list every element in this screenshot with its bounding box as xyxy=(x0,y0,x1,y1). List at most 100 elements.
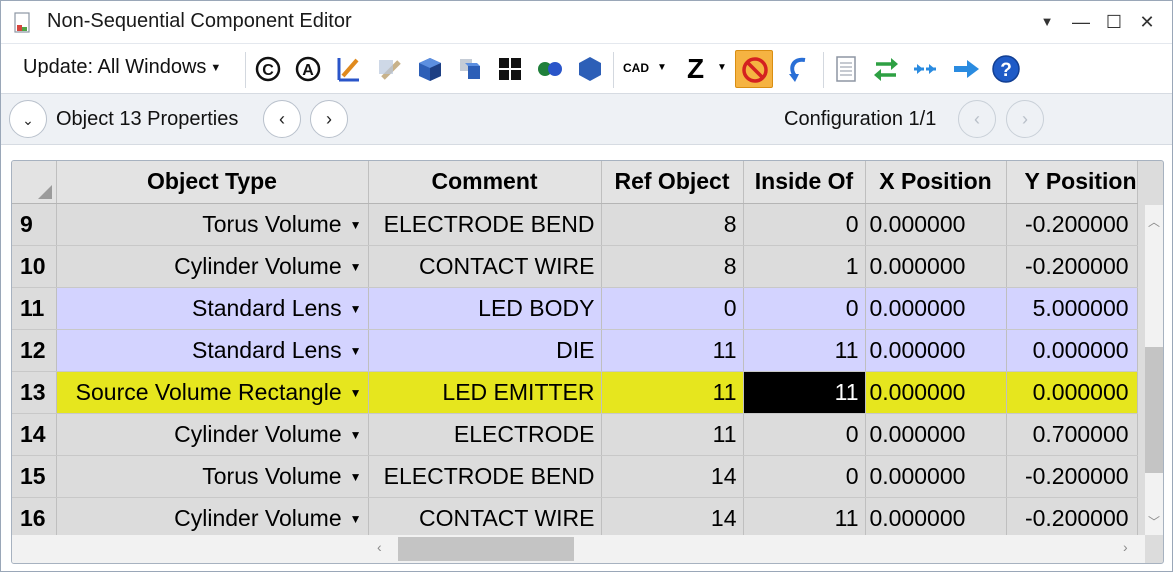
col-y-position[interactable]: Y Position xyxy=(1006,161,1138,204)
report-icon[interactable] xyxy=(831,54,861,84)
table-row[interactable]: 12 Standard Lens ▼ DIE 11 11 0.000000 0.000000 xyxy=(12,329,1138,372)
collapse-button[interactable]: ⌄ xyxy=(9,100,47,138)
chevron-down-icon[interactable]: ▼ xyxy=(350,218,362,232)
next-config-button[interactable]: › xyxy=(1006,100,1044,138)
reload-a-icon[interactable]: A xyxy=(293,54,323,84)
scroll-up-icon[interactable]: ︿ xyxy=(1148,213,1160,230)
col-inside-of[interactable]: Inside Of xyxy=(743,161,866,204)
ref-object-cell[interactable]: 8 xyxy=(601,245,744,288)
comment-cell[interactable]: ELECTRODE xyxy=(368,413,602,456)
row-number[interactable]: 12 xyxy=(12,329,57,372)
window-menu-button[interactable]: ▼ xyxy=(1033,9,1061,35)
horizontal-scroll-thumb[interactable] xyxy=(398,537,574,561)
inside-of-cell[interactable]: 1 xyxy=(743,245,866,288)
chevron-down-icon[interactable]: ▼ xyxy=(350,428,362,442)
maximize-button[interactable]: ☐ xyxy=(1100,9,1128,35)
y-position-cell[interactable]: 0.000000 xyxy=(1006,329,1138,372)
scroll-left-icon[interactable]: ‹ xyxy=(377,539,382,555)
chevron-down-icon[interactable]: ▼ xyxy=(350,386,362,400)
x-position-cell[interactable]: 0.000000 xyxy=(865,287,1007,330)
row-number[interactable]: 11 xyxy=(12,287,57,330)
y-position-cell[interactable]: -0.200000 xyxy=(1006,497,1138,540)
row-number[interactable]: 14 xyxy=(12,413,57,456)
x-position-cell[interactable]: 0.000000 xyxy=(865,497,1007,540)
inside-of-cell[interactable]: 0 xyxy=(743,413,866,456)
table-row[interactable]: 11 Standard Lens ▼ LED BODY 0 0 0.000000 5.0000… xyxy=(12,287,1138,330)
vertical-scrollbar[interactable]: ︿ ﹀ xyxy=(1145,205,1163,535)
comment-cell[interactable]: LED EMITTER xyxy=(368,371,602,414)
cube-icon[interactable] xyxy=(415,54,445,84)
next-object-button[interactable]: › xyxy=(310,100,348,138)
ref-object-cell[interactable]: 11 xyxy=(601,413,744,456)
table-row[interactable]: 9 Torus Volume ▼ ELECTRODE BEND 8 0 0.000000 -0… xyxy=(12,203,1138,246)
prev-object-button[interactable]: ‹ xyxy=(263,100,301,138)
y-position-cell[interactable]: 0.000000 xyxy=(1006,371,1138,414)
ref-object-cell[interactable]: 8 xyxy=(601,203,744,246)
pencil-disabled-icon[interactable] xyxy=(375,54,405,84)
row-number[interactable]: 10 xyxy=(12,245,57,288)
inside-of-cell[interactable]: 11 xyxy=(743,497,866,540)
right-arrow-icon[interactable] xyxy=(951,54,981,84)
col-x-position[interactable]: X Position xyxy=(865,161,1007,204)
vertical-scroll-thumb[interactable] xyxy=(1145,347,1163,473)
table-row[interactable]: 13 Source Volume Rectangle ▼ LED EMITTER 11 1… xyxy=(12,371,1138,414)
x-position-cell[interactable]: 0.000000 xyxy=(865,455,1007,498)
ref-object-cell[interactable]: 11 xyxy=(601,329,744,372)
undo-arrow-icon[interactable] xyxy=(783,54,813,84)
object-type-cell[interactable]: Torus Volume ▼ xyxy=(56,203,369,246)
y-position-cell[interactable]: -0.200000 xyxy=(1006,245,1138,288)
y-position-cell[interactable]: -0.200000 xyxy=(1006,203,1138,246)
object-type-cell[interactable]: Cylinder Volume ▼ xyxy=(56,497,369,540)
object-type-cell[interactable]: Standard Lens ▼ xyxy=(56,287,369,330)
x-position-cell[interactable]: 0.000000 xyxy=(865,203,1007,246)
comment-cell[interactable]: ELECTRODE BEND xyxy=(368,455,602,498)
comment-cell[interactable]: LED BODY xyxy=(368,287,602,330)
object-type-cell[interactable]: Cylinder Volume ▼ xyxy=(56,245,369,288)
col-ref-object[interactable]: Ref Object xyxy=(601,161,744,204)
y-position-cell[interactable]: 5.000000 xyxy=(1006,287,1138,330)
chevron-down-icon[interactable]: ▼ xyxy=(350,470,362,484)
inside-of-cell[interactable]: 11 xyxy=(743,329,866,372)
col-object-type[interactable]: Object Type xyxy=(56,161,369,204)
row-number[interactable]: 13 xyxy=(12,371,57,414)
cad-icon[interactable]: CAD ▼ xyxy=(621,54,667,84)
z-icon[interactable]: Z ▼ xyxy=(685,53,731,84)
update-dropdown[interactable]: Update: All Windows ▼ xyxy=(23,56,221,79)
chevron-down-icon[interactable]: ▼ xyxy=(350,512,362,526)
ref-object-cell[interactable]: 14 xyxy=(601,497,744,540)
object-type-cell[interactable]: Cylinder Volume ▼ xyxy=(56,413,369,456)
object-type-cell[interactable]: Source Volume Rectangle ▼ xyxy=(56,371,369,414)
comment-cell[interactable]: ELECTRODE BEND xyxy=(368,203,602,246)
cube-stack-icon[interactable] xyxy=(455,54,485,84)
chevron-down-icon[interactable]: ▼ xyxy=(350,302,362,316)
pencil-ruler-icon[interactable] xyxy=(333,54,363,84)
inside-of-cell[interactable]: 0 xyxy=(743,455,866,498)
comment-cell[interactable]: CONTACT WIRE xyxy=(368,245,602,288)
hexagon-icon[interactable] xyxy=(575,54,605,84)
scroll-down-icon[interactable]: ﹀ xyxy=(1148,513,1160,530)
x-position-cell[interactable]: 0.000000 xyxy=(865,413,1007,456)
x-position-cell[interactable]: 0.000000 xyxy=(865,245,1007,288)
table-row[interactable]: 16 Cylinder Volume ▼ CONTACT WIRE 14 11 0.0000… xyxy=(12,497,1138,540)
table-row[interactable]: 14 Cylinder Volume ▼ ELECTRODE 11 0 0.000000 0.… xyxy=(12,413,1138,456)
prev-config-button[interactable]: ‹ xyxy=(958,100,996,138)
y-position-cell[interactable]: 0.700000 xyxy=(1006,413,1138,456)
comment-cell[interactable]: CONTACT WIRE xyxy=(368,497,602,540)
row-number[interactable]: 16 xyxy=(12,497,57,540)
dots-icon[interactable] xyxy=(535,54,565,84)
horizontal-scrollbar[interactable]: ‹ › xyxy=(367,535,1145,563)
swap-arrows-icon[interactable] xyxy=(871,54,901,84)
ref-object-cell[interactable]: 0 xyxy=(601,287,744,330)
object-type-cell[interactable]: Torus Volume ▼ xyxy=(56,455,369,498)
select-all-corner[interactable] xyxy=(12,161,57,204)
inside-of-cell[interactable]: 11 xyxy=(743,371,866,414)
y-position-cell[interactable]: -0.200000 xyxy=(1006,455,1138,498)
col-comment[interactable]: Comment xyxy=(368,161,602,204)
scroll-right-icon[interactable]: › xyxy=(1123,539,1128,555)
minimize-button[interactable]: — xyxy=(1067,9,1095,35)
chevron-down-icon[interactable]: ▼ xyxy=(350,344,362,358)
reload-c-icon[interactable]: C xyxy=(253,54,283,84)
chevron-down-icon[interactable]: ▼ xyxy=(350,260,362,274)
help-icon[interactable]: ? xyxy=(991,54,1021,84)
close-button[interactable]: ✕ xyxy=(1133,9,1161,35)
